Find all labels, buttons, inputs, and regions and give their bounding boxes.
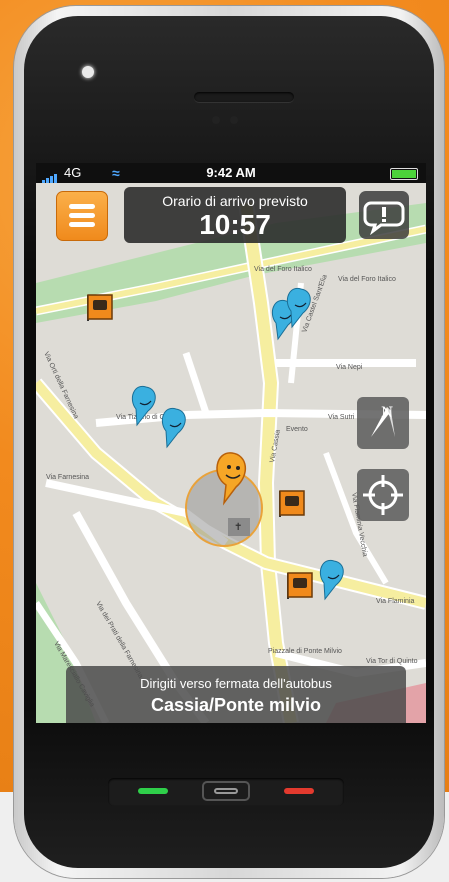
home-button[interactable] xyxy=(202,781,250,801)
phone-screen: 4G ≈ 9:42 AM Via del Foro Italico Via de… xyxy=(36,163,426,723)
directions-bar[interactable]: Dirigiti verso fermata dell'autobus Cass… xyxy=(66,666,406,723)
street-label: Via del Foro Italico xyxy=(254,266,312,273)
compass-button[interactable]: N xyxy=(357,397,409,449)
compass-north-label: N xyxy=(381,405,393,421)
bus-stop-marker[interactable] xyxy=(287,572,313,599)
street-label: Evento xyxy=(286,426,308,433)
status-bar: 4G ≈ 9:42 AM xyxy=(36,163,426,183)
bus-stop-name: Cassia/Ponte milvio xyxy=(150,695,322,715)
bus-stop-marker[interactable] xyxy=(87,294,113,321)
locate-me-button[interactable] xyxy=(357,469,409,521)
front-camera xyxy=(82,66,94,78)
eta-panel: Orario di arrivo previsto 10:57 xyxy=(124,187,346,243)
status-time: 9:42 AM xyxy=(206,165,256,180)
street-label: Via Sutri xyxy=(328,414,355,421)
hamburger-icon-line xyxy=(69,222,95,227)
church-icon: ✝ xyxy=(234,522,242,533)
bus-stop-marker[interactable] xyxy=(279,490,305,517)
hamburger-icon xyxy=(69,204,95,209)
street-label: Via del Foro Italico xyxy=(338,276,396,283)
chat-exclamation-icon xyxy=(363,201,405,236)
alert-button[interactable] xyxy=(359,191,409,239)
eta-label: Orario di arrivo previsto xyxy=(162,193,308,209)
hamburger-icon-line xyxy=(69,213,95,218)
menu-button[interactable] xyxy=(56,191,108,241)
light-sensor xyxy=(230,116,238,124)
call-end-icon[interactable] xyxy=(284,788,314,794)
crosshair-icon xyxy=(363,475,403,515)
compass-north-icon: N xyxy=(371,405,395,437)
street-label: Via Flaminia xyxy=(376,598,414,605)
hardware-button-row xyxy=(108,778,344,806)
street-label: Via Tor di Quinto xyxy=(366,658,418,665)
proximity-sensor xyxy=(212,116,220,124)
street-label: Via Nepi xyxy=(336,364,363,371)
street-label: Piazzale di Ponte Milvio xyxy=(268,648,342,655)
street-label: Via Farnesina xyxy=(46,474,89,481)
directions-hint: Dirigiti verso fermata dell'autobus xyxy=(140,676,332,691)
call-accept-icon[interactable] xyxy=(138,788,168,794)
map-view[interactable]: Via del Foro Italico Via del Foro Italic… xyxy=(36,183,426,723)
eta-time: 10:57 xyxy=(199,209,271,240)
battery-icon xyxy=(390,168,418,180)
earpiece-speaker xyxy=(194,92,294,102)
